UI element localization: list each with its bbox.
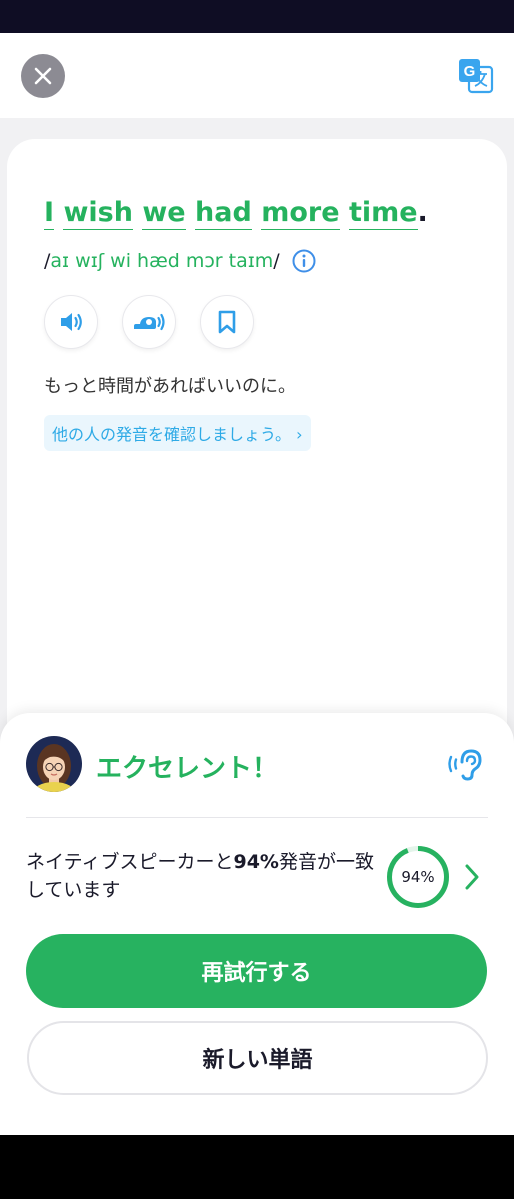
play-slow-audio-button[interactable] [122, 295, 176, 349]
bookmark-icon [218, 310, 236, 334]
play-audio-button[interactable] [44, 295, 98, 349]
info-icon[interactable] [292, 249, 316, 273]
translation-text: もっと時間があればいいのに。 [44, 376, 296, 397]
feedback-title: エクセレント！ [96, 754, 279, 784]
bookmark-button[interactable] [200, 295, 254, 349]
score-description: ネイティブスピーカーと94%発音が一致しています [26, 848, 376, 904]
new-word-button[interactable]: 新しい単語 [27, 1021, 488, 1095]
score-value: 94% [233, 851, 279, 873]
sentence: I wish we had more time. [44, 197, 428, 230]
phonetic-text: aɪ wɪʃ wi hæd mɔr taɪm [50, 250, 274, 272]
speaker-icon [61, 313, 82, 331]
sentence-word[interactable]: we [142, 197, 186, 230]
ear-icon[interactable] [446, 747, 484, 781]
sentence-word[interactable]: more [261, 197, 340, 230]
sentence-word[interactable]: had [195, 197, 252, 230]
sentence-card: I wish we had more time. / aɪ wɪʃ wi hæd … [7, 139, 507, 759]
close-icon [34, 67, 52, 85]
phonetic-slash-close: / [273, 250, 280, 272]
score-text-before: ネイティブスピーカーと [26, 851, 234, 873]
sentence-word[interactable]: wish [63, 197, 133, 230]
phonetic-transcription: / aɪ wɪʃ wi hæd mɔr taɪm / [44, 249, 316, 273]
svg-text:G: G [464, 63, 476, 80]
translate-icon[interactable]: G [458, 58, 494, 94]
slow-speaker-icon [134, 313, 165, 331]
score-percent-label: 94% [401, 868, 435, 886]
avatar [26, 736, 82, 792]
status-bar [0, 0, 514, 33]
sentence-punctuation: . [417, 197, 428, 228]
top-bar: G [0, 33, 514, 118]
sentence-word[interactable]: I [44, 197, 55, 230]
result-sheet: エクセレント！ ネイティブスピーカーと94%発音が一致しています 94% 再試行… [0, 713, 514, 1135]
divider [26, 817, 488, 818]
sentence-word[interactable]: time [348, 197, 418, 230]
bottom-bar [0, 1135, 514, 1199]
compare-pronunciation-link[interactable]: 他の人の発音を確認しましょう。 › [44, 415, 311, 451]
close-button[interactable] [21, 54, 65, 98]
retry-button[interactable]: 再試行する [26, 934, 487, 1008]
chevron-right-icon[interactable] [462, 863, 482, 891]
